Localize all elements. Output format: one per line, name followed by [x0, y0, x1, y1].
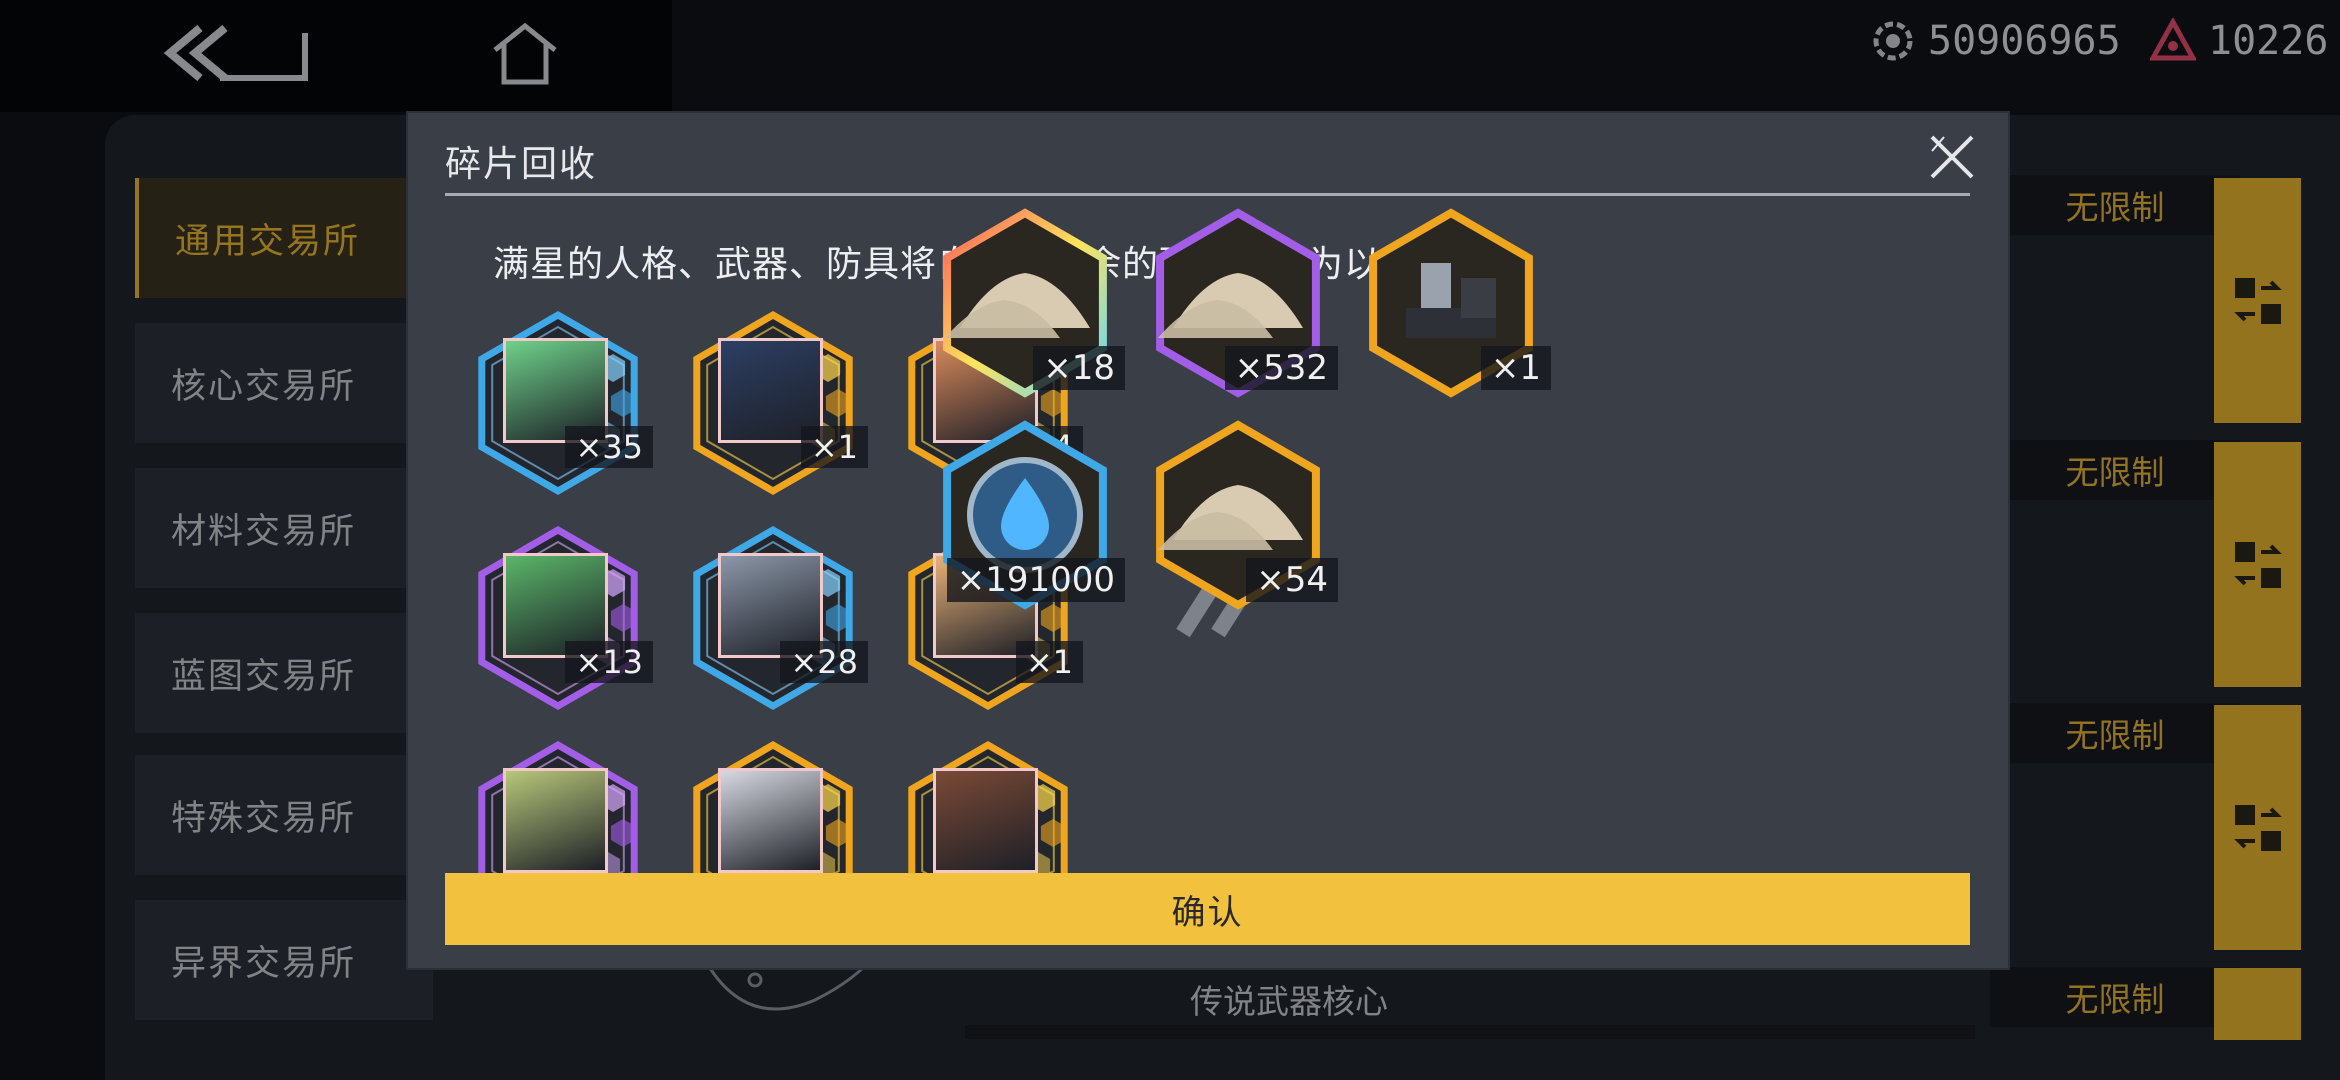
material-count: ×191000 — [946, 558, 1125, 602]
title-divider — [445, 193, 1970, 196]
character-portrait — [503, 768, 608, 873]
fragment-count: ×35 — [565, 426, 653, 468]
material-item: ×1 — [1351, 208, 1551, 408]
fragment-item[interactable]: ×28 — [678, 523, 868, 713]
close-button[interactable] — [1926, 131, 1978, 187]
material-item: ×532 — [1138, 208, 1338, 408]
fragment-item[interactable]: ×1 — [678, 308, 868, 498]
fragment-count: ×28 — [780, 641, 868, 683]
material-item: ×54 — [1138, 420, 1338, 620]
fragment-item[interactable]: ×13 — [463, 523, 653, 713]
material-count: ×1 — [1480, 346, 1551, 390]
material-count: ×532 — [1224, 346, 1338, 390]
close-icon — [1930, 135, 1974, 179]
material-item: ×18 — [925, 208, 1125, 408]
material-item: ×191000 — [925, 420, 1125, 620]
character-portrait — [718, 768, 823, 873]
dialog-title: 碎片回收 — [445, 144, 598, 185]
confirm-button[interactable]: 确认 — [445, 873, 1970, 945]
material-count: ×54 — [1246, 558, 1338, 602]
fragment-item[interactable]: ×35 — [463, 308, 653, 498]
material-count: ×18 — [1033, 346, 1125, 390]
fragment-count: ×1 — [800, 426, 868, 468]
fragment-count: ×13 — [565, 641, 653, 683]
fragment-count: ×1 — [1015, 641, 1083, 683]
fragment-recycle-dialog: 碎片回收 满星的人格、武器、防具将自动把多余的碎片分解为以下材料 ×35×1×4… — [408, 113, 2008, 968]
character-portrait — [933, 768, 1038, 873]
